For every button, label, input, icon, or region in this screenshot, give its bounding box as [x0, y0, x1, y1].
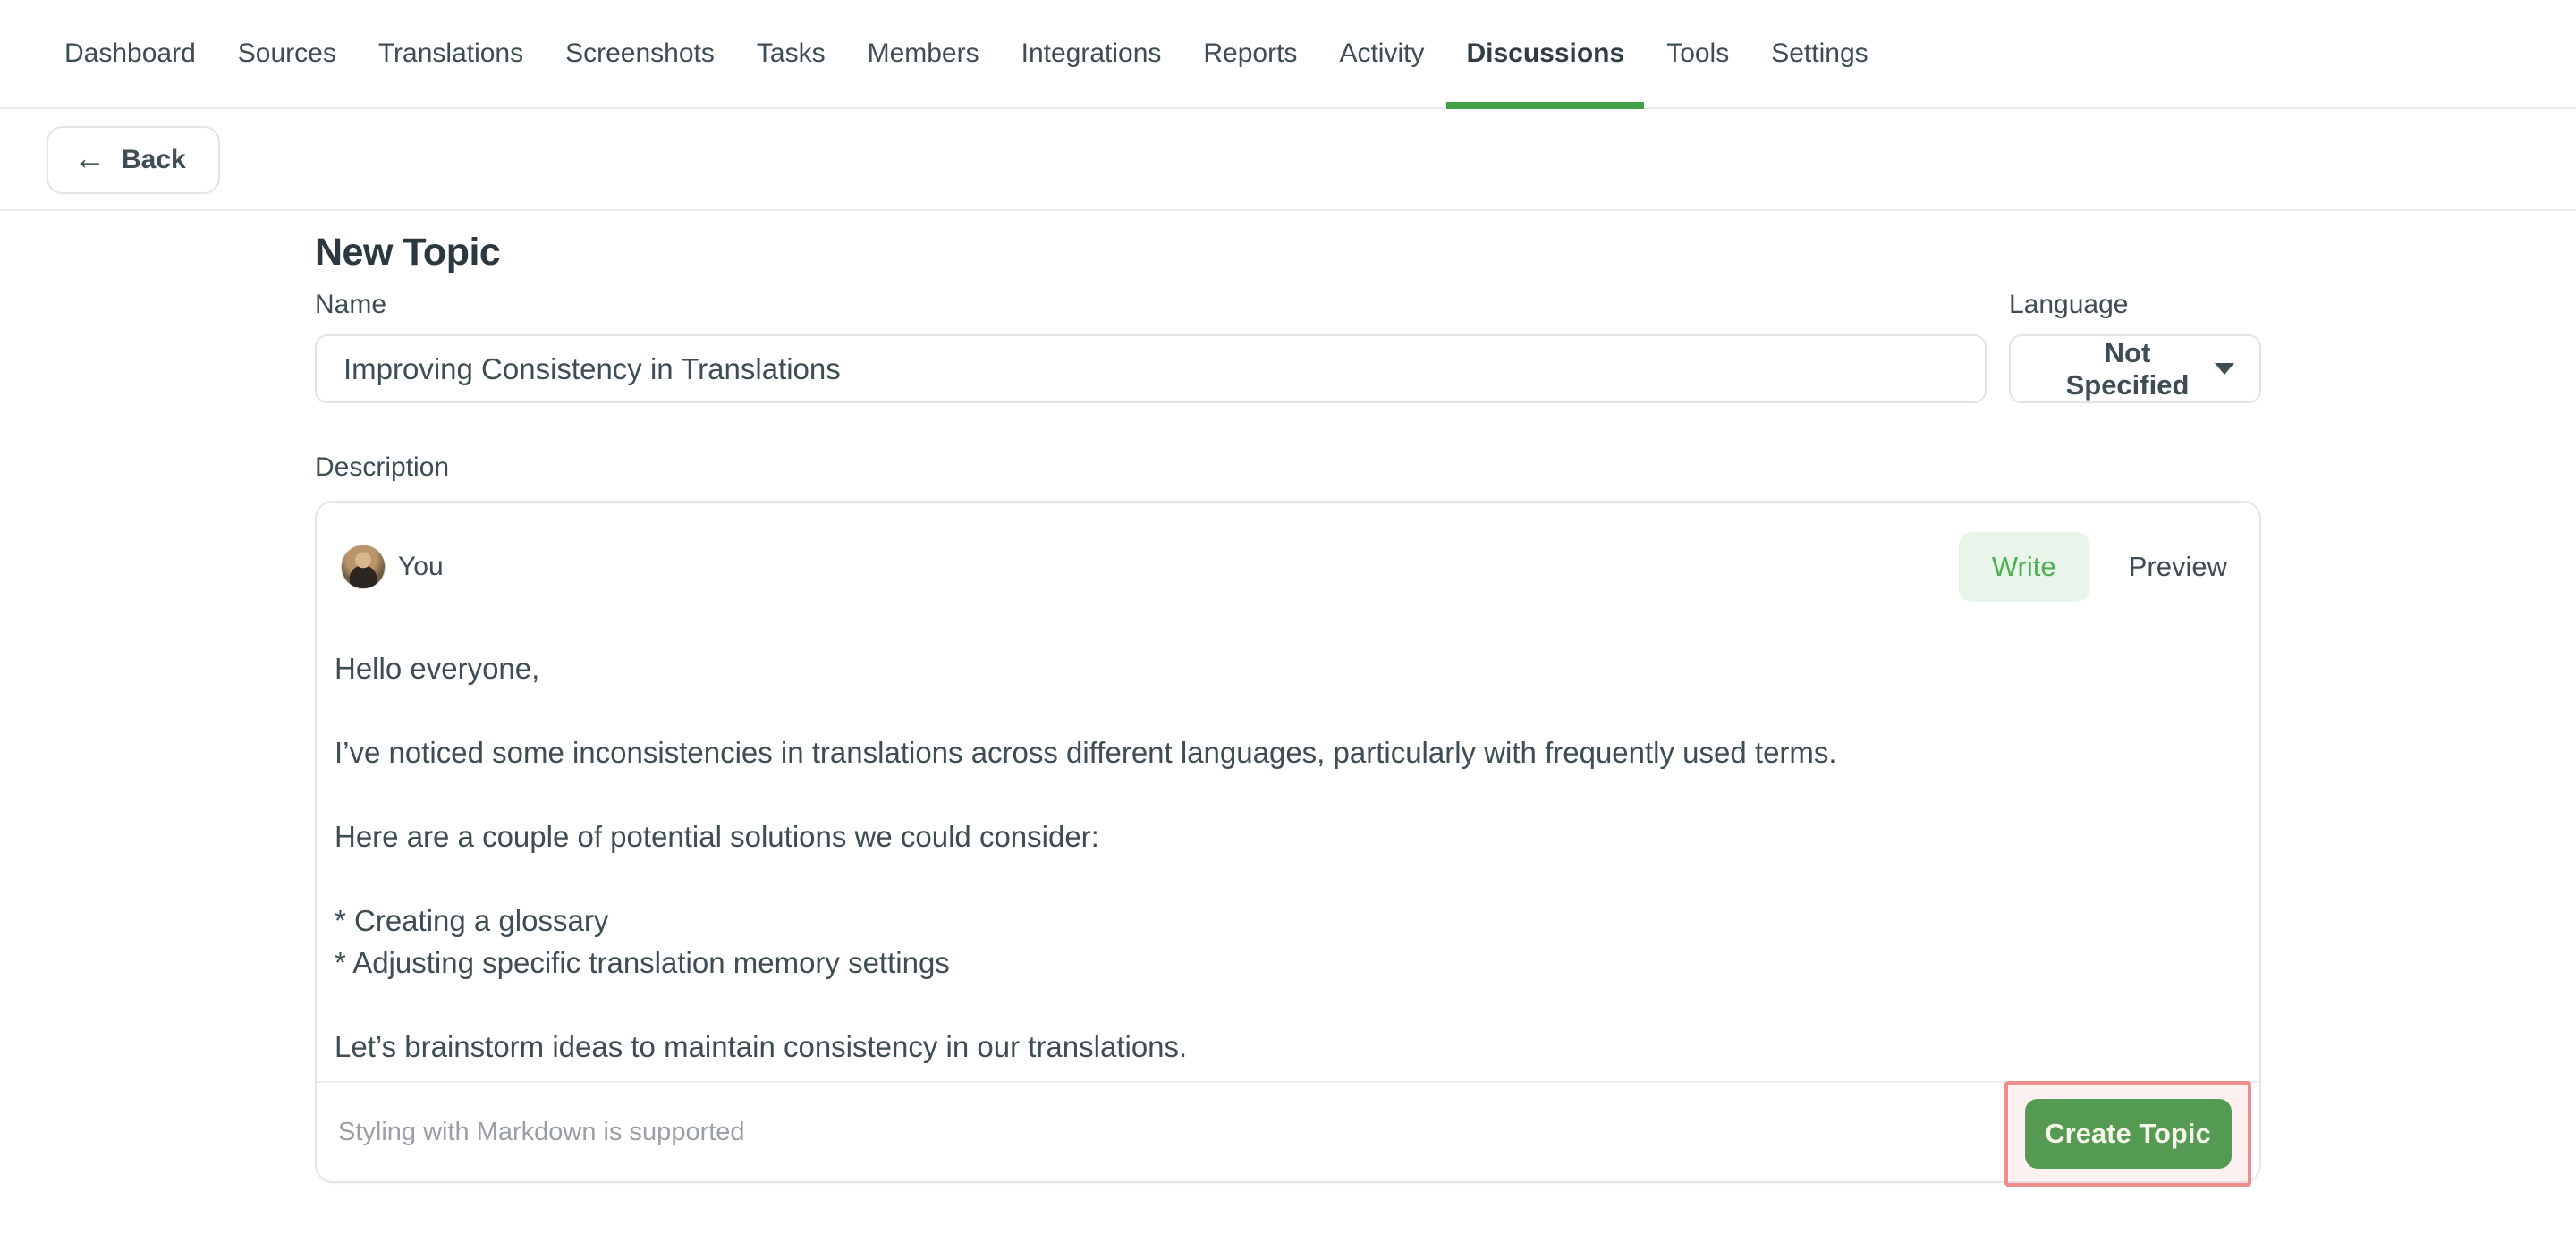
language-selected-value: Not Specified	[2040, 337, 2215, 401]
page-title: New Topic	[315, 231, 2261, 274]
author: You	[341, 545, 444, 589]
nav-item-dashboard[interactable]: Dashboard	[64, 0, 196, 107]
back-button[interactable]: ← Back	[47, 126, 220, 194]
language-select[interactable]: Not Specified	[2009, 334, 2261, 403]
editor-header: You Write Preview	[317, 503, 2259, 602]
main-content: New Topic Name Language Not Specified De…	[315, 231, 2261, 1183]
author-name: You	[398, 552, 444, 582]
name-label: Name	[315, 290, 1987, 320]
nav-item-members[interactable]: Members	[868, 0, 979, 107]
topic-form-row: Name Language Not Specified	[315, 290, 2261, 403]
topic-name-input[interactable]	[315, 334, 1987, 403]
language-field-group: Language Not Specified	[2009, 290, 2261, 403]
nav-item-activity[interactable]: Activity	[1339, 0, 1424, 107]
nav-item-tools[interactable]: Tools	[1666, 0, 1729, 107]
nav-item-screenshots[interactable]: Screenshots	[565, 0, 715, 107]
toolbar: ← Back	[0, 109, 2576, 211]
description-textarea[interactable]: Hello everyone, I’ve noticed some incons…	[317, 602, 2259, 1081]
language-label: Language	[2009, 290, 2261, 320]
user-avatar	[341, 545, 386, 589]
editor-tabs: Write Preview	[1959, 532, 2227, 602]
editor-footer: Styling with Markdown is supported Creat…	[317, 1081, 2259, 1181]
nav-item-settings[interactable]: Settings	[1771, 0, 1868, 107]
annotation-highlight-box: Create Topic	[2004, 1081, 2251, 1187]
name-field-group: Name	[315, 290, 1987, 403]
left-arrow-icon: ←	[73, 142, 106, 174]
top-navigation: Dashboard Sources Translations Screensho…	[0, 0, 2576, 109]
tab-preview[interactable]: Preview	[2129, 551, 2227, 583]
nav-item-reports[interactable]: Reports	[1203, 0, 1297, 107]
app-root: Dashboard Sources Translations Screensho…	[0, 0, 2576, 1183]
nav-item-discussions[interactable]: Discussions	[1466, 0, 1624, 107]
nav-item-tasks[interactable]: Tasks	[757, 0, 826, 107]
back-label: Back	[122, 145, 186, 175]
chevron-down-icon	[2215, 363, 2234, 375]
nav-item-sources[interactable]: Sources	[238, 0, 336, 107]
description-label: Description	[315, 452, 2261, 483]
markdown-hint: Styling with Markdown is supported	[338, 1118, 745, 1147]
create-topic-button[interactable]: Create Topic	[2025, 1099, 2232, 1169]
description-editor-card: You Write Preview Hello everyone, I’ve n…	[315, 501, 2261, 1183]
tab-write[interactable]: Write	[1959, 532, 2089, 602]
nav-item-translations[interactable]: Translations	[378, 0, 523, 107]
nav-item-integrations[interactable]: Integrations	[1021, 0, 1162, 107]
